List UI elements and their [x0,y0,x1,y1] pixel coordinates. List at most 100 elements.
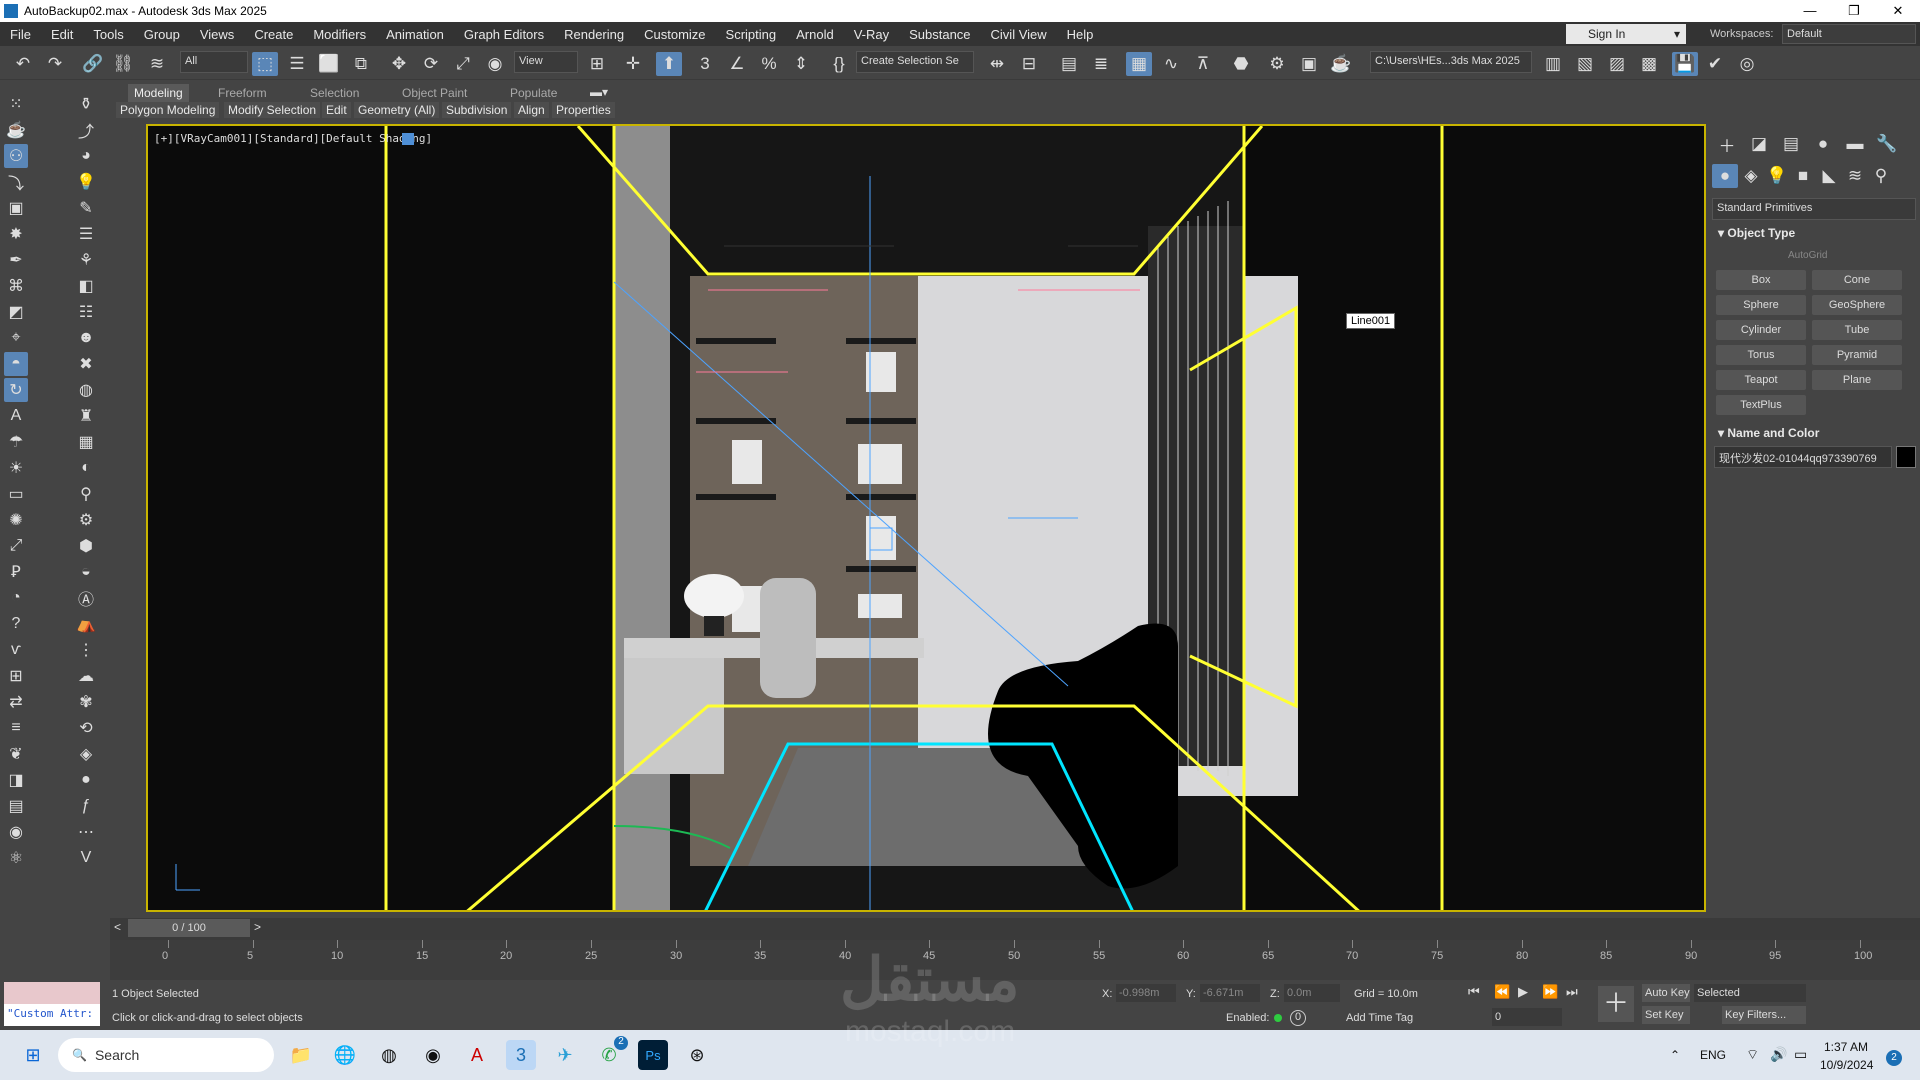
brush-icon[interactable]: ⤵ [4,170,28,194]
spacewarps-icon[interactable]: ≋ [1842,164,1868,188]
goto-start-icon[interactable]: ⏮ [1468,984,1480,1000]
cloud-icon[interactable]: ☁ [74,664,98,688]
vector-icon[interactable]: ◧ [74,274,98,298]
systems-icon[interactable]: ⚲ [1868,164,1894,188]
helpers-icon[interactable]: ◣ [1816,164,1842,188]
half-sphere-icon[interactable]: ◓ [4,352,28,376]
rendered-frame-window-icon[interactable]: ▣ [1296,52,1322,76]
prev-frame-icon[interactable]: < [114,920,121,934]
torus-button[interactable]: Torus [1716,345,1806,365]
render-icon[interactable]: ◩ [4,300,28,324]
reference-coord-dropdown[interactable]: View [514,51,578,73]
key-filters-button[interactable]: Key Filters... [1722,1006,1806,1024]
windows-start-icon[interactable]: ⊞ [18,1040,48,1070]
globe-icon[interactable]: ◍ [74,378,98,402]
sun-small-icon[interactable]: ☀ [4,456,28,480]
scale-icon[interactable]: ⤢ [450,52,476,76]
tray-chevron-icon[interactable]: ⌃ [1670,1048,1680,1062]
cameras-icon[interactable]: ■ [1790,164,1816,188]
menu-substance[interactable]: Substance [899,27,980,42]
maximize-button[interactable]: ❐ [1832,3,1876,19]
dots-icon[interactable]: ⋮ [74,638,98,662]
toggle-ribbon-icon[interactable]: ▦ [1126,52,1152,76]
tube-button[interactable]: Tube [1812,320,1902,340]
geometry-icon[interactable]: ● [1712,164,1738,188]
x-coord-field[interactable]: -0.998m [1116,984,1176,1002]
check-icon[interactable]: ✔ [1702,52,1728,76]
angle-snap-icon[interactable]: ∠ [724,52,750,76]
ribbon-align[interactable]: Align [514,102,549,118]
teapot-icon[interactable]: ⚱ [74,92,98,116]
media-app-icon[interactable]: ◉ [418,1040,448,1070]
custom-attr-field[interactable]: "Custom Attr: [4,1004,100,1026]
add-time-tag[interactable]: Add Time Tag [1346,1012,1413,1024]
vray-icon[interactable]: V [74,846,98,870]
vray-frame-buffer-icon[interactable]: ▥ [1540,52,1566,76]
unlink-icon[interactable]: ⛓ [110,52,136,76]
undo-icon[interactable]: ↶ [10,52,36,76]
umbrella-icon[interactable]: ☂ [4,430,28,454]
create-tab-icon[interactable]: ＋ [1714,132,1740,156]
list-icon[interactable]: ☰ [74,222,98,246]
select-manipulate-icon[interactable]: ✛ [620,52,646,76]
schematic-view-icon[interactable]: ⊼ [1190,52,1216,76]
selection-filter-dropdown[interactable]: All [180,51,248,73]
sphere-icon[interactable]: ◕ [74,144,98,168]
snaps-toggle-icon[interactable]: 3 [692,52,718,76]
vol-icon[interactable]: ѵ [4,638,28,662]
pen-icon[interactable]: ✒ [4,248,28,272]
camera-icon[interactable]: ⌘ [4,274,28,298]
workspaces-dropdown[interactable]: Default [1782,24,1916,44]
z-coord-field[interactable]: 0.0m [1284,984,1340,1002]
grid2-icon[interactable]: ⊞ [4,664,28,688]
set-key-icon[interactable]: ＋ [1598,986,1634,1022]
primitive-type-dropdown[interactable]: Standard Primitives [1712,198,1916,220]
move-icon[interactable]: ✥ [386,52,412,76]
motion-tab-icon[interactable]: ● [1810,132,1836,156]
grid-icon[interactable]: ⁙ [4,92,28,116]
select-object-icon[interactable]: ⬚ [252,52,278,76]
snap-icon[interactable]: ⌖ [4,326,28,350]
project-folder-dropdown[interactable]: C:\Users\HEs...3ds Max 2025 [1370,51,1532,73]
network-app-icon[interactable]: ⊛ [682,1040,712,1070]
sign-in-button[interactable]: Sign In ▾ [1566,24,1686,44]
burst-icon[interactable]: ✺ [4,508,28,532]
tab-populate[interactable]: Populate [504,84,563,102]
window-crossing-icon[interactable]: ⧉ [348,52,374,76]
plane-button[interactable]: Plane [1812,370,1902,390]
enabled-count[interactable]: 0 [1290,1010,1306,1026]
render-production-icon[interactable]: ☕ [1328,52,1354,76]
pencil-icon[interactable]: ✎ [74,196,98,220]
tree-icon[interactable]: ⚘ [74,248,98,272]
keyboard-shortcut-override-icon[interactable]: ⬆ [656,52,682,76]
time-slider-thumb[interactable]: 0 / 100 [128,919,250,937]
lights-icon[interactable]: 💡 [1764,164,1790,188]
y-coord-field[interactable]: -6.671m [1200,984,1260,1002]
object-color-swatch[interactable] [1896,446,1916,468]
menu-edit[interactable]: Edit [41,27,83,42]
autogrid-checkbox[interactable]: AutoGrid [1788,250,1827,261]
percent-snap-icon[interactable]: % [756,52,782,76]
textplus-button[interactable]: TextPlus [1716,395,1806,415]
ribbon-options-icon[interactable]: ▬▾ [590,85,608,99]
camera-rig-icon[interactable]: ⚇ [4,144,28,168]
wand-icon[interactable]: ⤴ [74,118,98,142]
dots2-icon[interactable]: ⋯ [74,820,98,844]
menu-animation[interactable]: Animation [376,27,454,42]
notification-badge[interactable]: 2 [1886,1050,1902,1066]
tab-freeform[interactable]: Freeform [212,84,273,102]
planet-icon[interactable]: ◔ [4,586,28,610]
menu-vray[interactable]: V-Ray [844,27,899,42]
menu-help[interactable]: Help [1057,27,1104,42]
scene-explorer-icon[interactable]: ▤ [1056,52,1082,76]
menu-create[interactable]: Create [244,27,303,42]
pin-icon[interactable]: ⚲ [74,482,98,506]
menu-arnold[interactable]: Arnold [786,27,844,42]
photoshop-icon[interactable]: Ps [638,1040,668,1070]
menu-civil-view[interactable]: Civil View [981,27,1057,42]
key-mode-dropdown[interactable]: Selected [1694,984,1806,1002]
hierarchy-tab-icon[interactable]: ▤ [1778,132,1804,156]
sphere-lit-icon[interactable]: ◉ [4,820,28,844]
leaf-icon[interactable]: ❦ [4,742,28,766]
set-key-button[interactable]: Set Key [1642,1006,1690,1024]
